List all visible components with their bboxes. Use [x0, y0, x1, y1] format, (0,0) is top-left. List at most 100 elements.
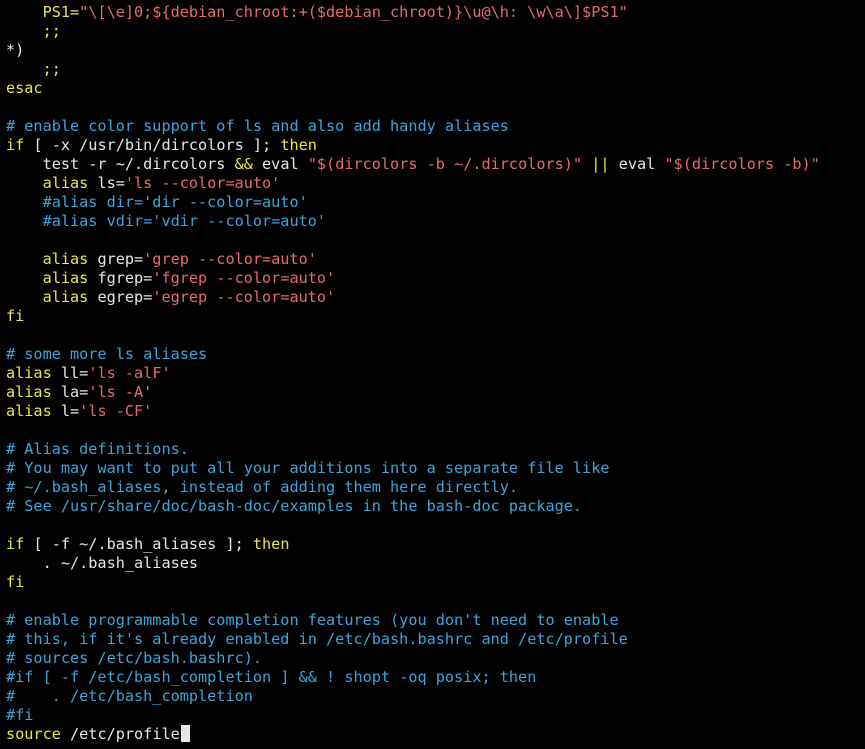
code-token: #alias vdir='vdir --color=auto': [6, 212, 327, 230]
code-token: # ~/.bash_aliases, instead of adding the…: [6, 478, 519, 496]
terminal-line: if [ -f ~/.bash_aliases ]; then: [6, 535, 865, 554]
code-token: [ -x /usr/bin/dircolors ];: [24, 136, 281, 154]
terminal-line: # . /etc/bash_completion: [6, 687, 865, 706]
terminal-line: # enable programmable completion feature…: [6, 611, 865, 630]
code-token: la=: [60, 383, 89, 401]
terminal-line: alias egrep='egrep --color=auto': [6, 288, 865, 307]
terminal-line: *): [6, 41, 865, 60]
code-token: source: [6, 725, 61, 743]
code-token: then: [252, 535, 290, 553]
code-token: # some more ls aliases: [6, 345, 208, 363]
code-token: alias: [6, 269, 98, 287]
code-token: fi: [6, 307, 25, 325]
terminal-line: fi: [6, 573, 865, 592]
code-token: if: [6, 535, 25, 553]
terminal-line: PS1="\[\e]0;${debian_chroot:+($debian_ch…: [6, 3, 865, 22]
code-token: *): [6, 41, 25, 59]
code-token: alias: [6, 250, 98, 268]
code-token: eval: [252, 155, 308, 173]
terminal-line: alias la='ls -A': [6, 383, 865, 402]
code-token: "$(dircolors -b)": [664, 155, 820, 173]
code-token: ;;: [6, 22, 61, 40]
code-token: then: [280, 136, 317, 154]
code-token: PS1=: [42, 3, 80, 21]
code-token: fgrep=: [97, 269, 153, 287]
code-token: fi: [6, 573, 25, 591]
code-token: eval: [609, 155, 665, 173]
code-token: alias: [6, 402, 61, 420]
code-token: 'fgrep --color=auto': [152, 269, 336, 287]
code-token: ls=: [97, 174, 125, 192]
terminal-line: alias fgrep='fgrep --color=auto': [6, 269, 865, 288]
code-token: [ -f ~/.bash_aliases ];: [24, 535, 253, 553]
code-token: alias: [6, 383, 61, 401]
terminal-line: # sources /etc/bash.bashrc).: [6, 649, 865, 668]
terminal-window[interactable]: PS1="\[\e]0;${debian_chroot:+($debian_ch…: [0, 0, 865, 749]
terminal-line: #fi: [6, 706, 865, 725]
code-token: # enable programmable completion feature…: [6, 611, 619, 629]
code-token: # enable color support of ls and also ad…: [6, 117, 509, 135]
terminal-line: #alias dir='dir --color=auto': [6, 193, 865, 212]
terminal-line: #if [ -f /etc/bash_completion ] && ! sho…: [6, 668, 865, 687]
terminal-line: alias ls='ls --color=auto': [6, 174, 865, 193]
code-token: esac: [6, 79, 43, 97]
terminal-line: # See /usr/share/doc/bash-doc/examples i…: [6, 497, 865, 516]
code-token: ||: [591, 155, 610, 173]
code-token: 'ls --color=auto': [124, 174, 281, 192]
code-token: # Alias definitions.: [6, 440, 189, 458]
code-token: "$(dircolors -b ~/.dircolors)": [307, 155, 583, 173]
terminal-line: test -r ~/.dircolors && eval "$(dircolor…: [6, 155, 865, 174]
code-token: l=: [60, 402, 80, 420]
code-token: test -r ~/.dircolors: [6, 155, 235, 173]
code-token: if: [6, 136, 25, 154]
code-token: # You may want to put all your additions…: [6, 459, 610, 477]
terminal-line: esac: [6, 79, 865, 98]
terminal-content: PS1="\[\e]0;${debian_chroot:+($debian_ch…: [6, 3, 865, 744]
code-token: # . /etc/bash_completion: [6, 687, 253, 705]
code-token: #fi: [6, 706, 34, 724]
code-token: &&: [234, 155, 253, 173]
terminal-line: alias l='ls -CF': [6, 402, 865, 421]
code-token: 'ls -alF': [88, 364, 171, 382]
code-token: alias: [6, 288, 98, 306]
code-token: 'grep --color=auto': [143, 250, 317, 268]
terminal-line: alias ll='ls -alF': [6, 364, 865, 383]
text-cursor: [180, 725, 190, 742]
code-token: egrep=: [97, 288, 153, 306]
code-token: 'egrep --color=auto': [152, 288, 336, 306]
terminal-line: if [ -x /usr/bin/dircolors ]; then: [6, 136, 865, 155]
code-token: # See /usr/share/doc/bash-doc/examples i…: [6, 497, 583, 515]
code-token: 'ls -A': [88, 383, 153, 401]
terminal-line: ;;: [6, 60, 865, 79]
terminal-line: ;;: [6, 22, 865, 41]
code-token: /etc/profile: [60, 725, 180, 743]
code-token: . ~/.bash_aliases: [6, 554, 199, 572]
code-token: #alias dir='dir --color=auto': [6, 193, 308, 211]
terminal-line: # Alias definitions.: [6, 440, 865, 459]
code-token: ;;: [6, 60, 61, 78]
code-token: # this, if it's already enabled in /etc/…: [6, 630, 628, 648]
terminal-line: # this, if it's already enabled in /etc/…: [6, 630, 865, 649]
terminal-line: source /etc/profile: [6, 725, 865, 744]
code-token: #if [ -f /etc/bash_completion ] && ! sho…: [6, 668, 537, 686]
terminal-line: alias grep='grep --color=auto': [6, 250, 865, 269]
terminal-line: fi: [6, 307, 865, 326]
code-token: "\[\e]0;${debian_chroot:+($debian_chroot…: [79, 3, 628, 21]
terminal-line: . ~/.bash_aliases: [6, 554, 865, 573]
code-token: alias: [6, 364, 61, 382]
code-token: ll=: [60, 364, 89, 382]
terminal-line: # ~/.bash_aliases, instead of adding the…: [6, 478, 865, 497]
code-token: # sources /etc/bash.bashrc).: [6, 649, 263, 667]
code-token: alias: [6, 174, 98, 192]
code-token: grep=: [97, 250, 144, 268]
terminal-line: # You may want to put all your additions…: [6, 459, 865, 478]
terminal-line: # some more ls aliases: [6, 345, 865, 364]
